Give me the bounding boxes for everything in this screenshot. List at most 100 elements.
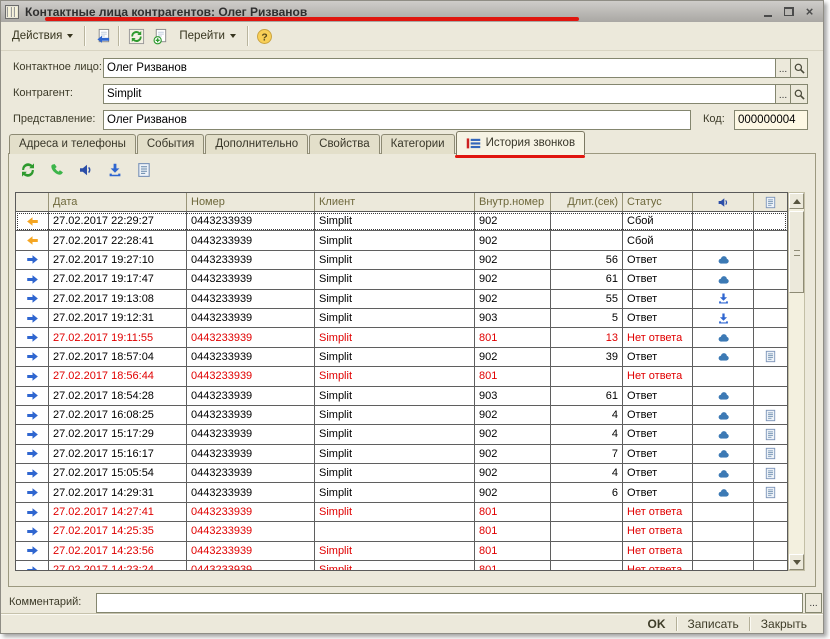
call-duration-cell: 55 (551, 290, 623, 308)
table-row[interactable]: 27.02.2017 19:12:31 0443233939 Simplit 9… (16, 309, 787, 328)
contact-person-lookup-button[interactable] (791, 58, 808, 78)
open-note-button[interactable] (135, 161, 153, 179)
call-duration-cell (551, 503, 623, 521)
call-internal-cell: 801 (475, 561, 551, 571)
table-row[interactable]: 27.02.2017 14:29:31 0443233939 Simplit 9… (16, 483, 787, 502)
call-date-cell: 27.02.2017 22:29:27 (49, 212, 187, 230)
call-date-cell: 27.02.2017 18:57:04 (49, 348, 187, 366)
call-note-cell (754, 270, 787, 288)
cloud-recording-icon (717, 486, 730, 499)
contact-person-ellipsis-button[interactable]: ... (775, 59, 790, 77)
vertical-scrollbar[interactable] (788, 192, 805, 571)
call-duration-cell: 6 (551, 483, 623, 501)
table-row[interactable]: 27.02.2017 15:16:17 0443233939 Simplit 9… (16, 445, 787, 464)
comment-input[interactable] (97, 594, 802, 612)
call-duration-cell: 61 (551, 387, 623, 405)
call-direction-cell (16, 367, 49, 385)
save-record-button[interactable] (90, 25, 114, 47)
reread-button[interactable] (124, 25, 148, 47)
table-row[interactable]: 27.02.2017 14:27:41 0443233939 Simplit 8… (16, 503, 787, 522)
table-row[interactable]: 27.02.2017 18:56:44 0443233939 Simplit 8… (16, 367, 787, 386)
header-direction[interactable] (16, 193, 49, 211)
tab-call-history[interactable]: История звонков (456, 131, 585, 155)
tab-categories[interactable]: Категории (381, 134, 455, 154)
scrollbar-thumb[interactable] (789, 211, 804, 293)
play-recording-button[interactable] (77, 161, 95, 179)
call-status-cell: Ответ (623, 425, 693, 443)
contact-person-input[interactable] (104, 59, 775, 77)
header-note[interactable] (754, 193, 787, 211)
window-icon (5, 5, 19, 19)
call-date-cell: 27.02.2017 14:27:41 (49, 503, 187, 521)
call-recording-cell (693, 425, 754, 443)
header-number[interactable]: Номер (187, 193, 315, 211)
table-row[interactable]: 27.02.2017 18:57:04 0443233939 Simplit 9… (16, 348, 787, 367)
counterparty-ellipsis-button[interactable]: ... (775, 85, 790, 103)
header-recording[interactable] (693, 193, 754, 211)
download-recording-button[interactable] (106, 161, 124, 179)
tab-events[interactable]: События (137, 134, 204, 154)
outgoing-call-icon (26, 506, 39, 519)
table-row[interactable]: 27.02.2017 22:29:27 0443233939 Simplit 9… (16, 212, 787, 231)
scroll-up-button[interactable] (789, 193, 804, 209)
call-internal-cell: 902 (475, 251, 551, 269)
call-duration-cell (551, 367, 623, 385)
call-history-list-icon (466, 136, 481, 151)
call-number-cell: 0443233939 (187, 522, 315, 540)
table-row[interactable]: 27.02.2017 15:17:29 0443233939 Simplit 9… (16, 425, 787, 444)
ok-button[interactable]: OK (638, 615, 676, 633)
counterparty-lookup-button[interactable] (791, 84, 808, 104)
minimize-button[interactable] (760, 5, 775, 19)
table-row[interactable]: 27.02.2017 19:13:08 0443233939 Simplit 9… (16, 290, 787, 309)
tab-additional[interactable]: Дополнительно (205, 134, 308, 154)
call-status-cell: Ответ (623, 387, 693, 405)
create-based-on-button[interactable] (148, 25, 172, 47)
header-client[interactable]: Клиент (315, 193, 475, 211)
scroll-down-button[interactable] (789, 554, 804, 570)
call-client-cell: Simplit (315, 464, 475, 482)
call-recording-cell (693, 503, 754, 521)
call-direction-cell (16, 309, 49, 327)
close-button[interactable]: × (802, 5, 817, 19)
close-form-button[interactable]: Закрыть (751, 615, 817, 633)
call-number-cell: 0443233939 (187, 542, 315, 560)
call-button[interactable] (48, 161, 66, 179)
restore-button[interactable] (781, 5, 796, 19)
outgoing-call-icon (26, 292, 39, 305)
write-button[interactable]: Записать (678, 615, 749, 633)
refresh-calls-button[interactable] (19, 161, 37, 179)
help-button[interactable] (253, 25, 277, 47)
table-row[interactable]: 27.02.2017 19:27:10 0443233939 Simplit 9… (16, 251, 787, 270)
call-number-cell: 0443233939 (187, 445, 315, 463)
presentation-input[interactable] (104, 111, 690, 129)
call-status-cell: Нет ответа (623, 503, 693, 521)
table-row[interactable]: 27.02.2017 22:28:41 0443233939 Simplit 9… (16, 231, 787, 250)
dropdown-caret-icon (230, 34, 236, 38)
table-row[interactable]: 27.02.2017 18:54:28 0443233939 Simplit 9… (16, 387, 787, 406)
title-red-underline-annotation (45, 17, 579, 21)
call-internal-cell: 902 (475, 290, 551, 308)
call-recording-cell (693, 406, 754, 424)
comment-label: Комментарий: (9, 596, 81, 608)
header-internal-number[interactable]: Внутр.номер (475, 193, 551, 211)
table-row[interactable]: 27.02.2017 19:11:55 0443233939 Simplit 8… (16, 328, 787, 347)
counterparty-input[interactable] (104, 85, 775, 103)
tab-properties[interactable]: Свойства (309, 134, 380, 154)
tab-addresses[interactable]: Адреса и телефоны (9, 134, 136, 154)
contact-person-label: Контактное лицо: (13, 61, 102, 73)
call-note-cell (754, 425, 787, 443)
table-row[interactable]: 27.02.2017 16:08:25 0443233939 Simplit 9… (16, 406, 787, 425)
header-duration[interactable]: Длит.(сек) (551, 193, 623, 211)
header-status[interactable]: Статус (623, 193, 693, 211)
table-row[interactable]: 27.02.2017 15:05:54 0443233939 Simplit 9… (16, 464, 787, 483)
table-row[interactable]: 27.02.2017 14:25:35 0443233939 801 Нет о… (16, 522, 787, 541)
table-row[interactable]: 27.02.2017 14:23:56 0443233939 Simplit 8… (16, 542, 787, 561)
code-input[interactable] (734, 110, 808, 130)
table-row[interactable]: 27.02.2017 14:23:24 0443233939 Simplit 8… (16, 561, 787, 571)
table-row[interactable]: 27.02.2017 19:17:47 0443233939 Simplit 9… (16, 270, 787, 289)
actions-menu-button[interactable]: Действия (5, 24, 80, 48)
header-date[interactable]: Дата (49, 193, 187, 211)
call-direction-cell (16, 464, 49, 482)
goto-menu-button[interactable]: Перейти (172, 24, 243, 48)
comment-ellipsis-button[interactable]: ... (805, 593, 822, 613)
